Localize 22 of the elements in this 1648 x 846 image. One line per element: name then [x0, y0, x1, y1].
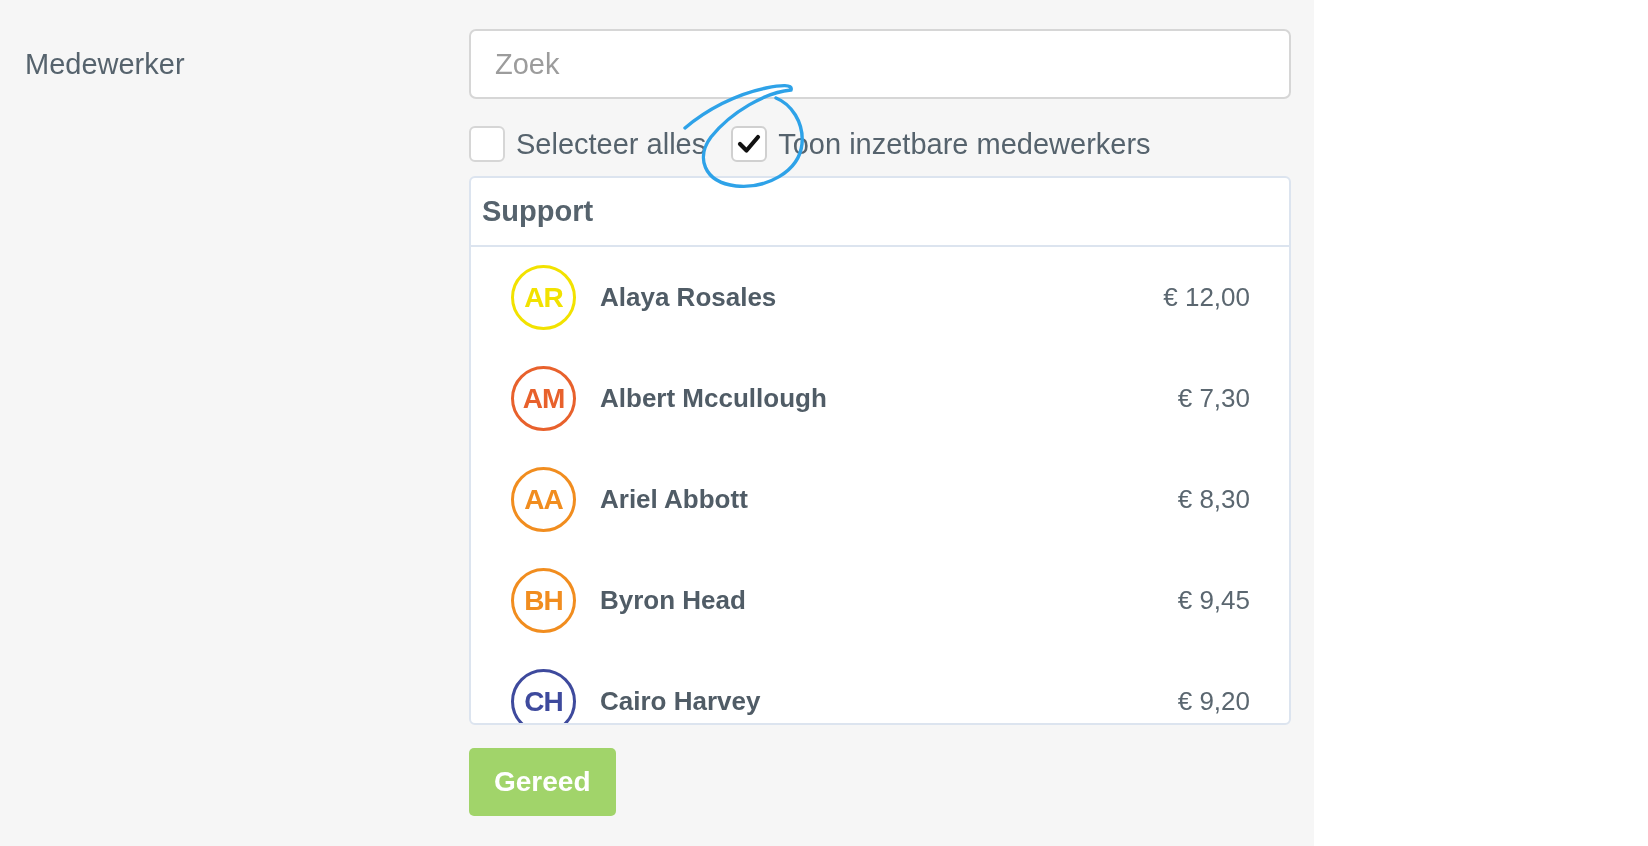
- avatar: AA: [511, 467, 576, 532]
- employee-name: Albert Mccullough: [600, 383, 828, 414]
- search-field[interactable]: Zoek: [469, 29, 1291, 99]
- field-label: Medewerker: [25, 47, 185, 82]
- checkbox[interactable]: [469, 126, 505, 162]
- employee-name: Ariel Abbott: [600, 484, 749, 515]
- avatar: BH: [511, 568, 576, 633]
- avatar: AR: [511, 265, 576, 330]
- employee-name: Alaya Rosales: [600, 282, 778, 313]
- check-icon: [737, 134, 762, 154]
- checkbox[interactable]: [731, 126, 768, 162]
- avatar: AM: [511, 366, 576, 431]
- employee-name: Byron Head: [600, 585, 747, 616]
- hourly-rate: € 7,30: [1177, 383, 1250, 414]
- hourly-rate: € 9,45: [1177, 585, 1250, 616]
- avatar: CH: [511, 669, 576, 723]
- hourly-rate: € 9,20: [1177, 686, 1250, 717]
- checkbox-label[interactable]: Selecteer alles: [516, 127, 707, 161]
- hourly-rate: € 8,30: [1177, 484, 1250, 515]
- group-header: Support: [471, 178, 1289, 247]
- hourly-rate: € 12,00: [1163, 282, 1250, 313]
- employee-name: Cairo Harvey: [600, 686, 762, 717]
